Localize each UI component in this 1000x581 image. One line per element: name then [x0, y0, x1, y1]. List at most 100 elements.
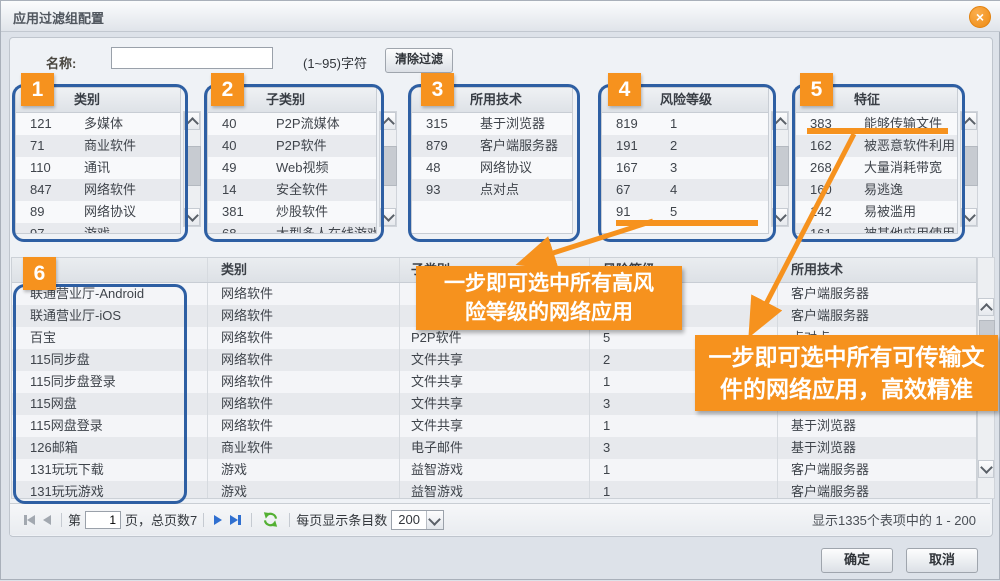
cell-subcategory: 文件共享 — [399, 349, 589, 371]
list-item[interactable]: 71商业软件 — [16, 135, 180, 157]
table-row[interactable]: 131玩玩游戏游戏益智游戏1客户端服务器 — [12, 481, 976, 499]
item-label: 商业软件 — [76, 135, 136, 157]
chevron-up-icon[interactable] — [772, 112, 788, 130]
item-label: 网络协议 — [76, 201, 136, 223]
list-item[interactable]: 674 — [602, 179, 768, 201]
list-item[interactable]: 915 — [602, 201, 768, 223]
item-count: 67 — [602, 179, 662, 201]
list-item[interactable]: 14安全软件 — [208, 179, 376, 201]
cell-subcategory: 益智游戏 — [399, 459, 589, 481]
callout-feature: 一步即可选中所有可传输文 件的网络应用，高效精准 — [695, 335, 998, 411]
item-count: 162 — [796, 135, 856, 157]
step-badge-1: 1 — [21, 73, 54, 106]
next-page-icon[interactable] — [214, 515, 222, 525]
scrollbar-thumb[interactable] — [962, 146, 978, 186]
list-item[interactable]: 381炒股软件 — [208, 201, 376, 223]
scrollbar[interactable] — [771, 111, 789, 227]
cancel-button[interactable]: 取消 — [906, 548, 978, 573]
chevron-up-icon[interactable] — [978, 298, 994, 316]
item-count: 93 — [412, 179, 472, 201]
list-item[interactable]: 162被恶意软件利用 — [796, 135, 957, 157]
last-page-icon[interactable] — [230, 515, 241, 525]
page-size-label: 每页显示条目数 — [296, 510, 387, 529]
list-item[interactable]: 268大量消耗带宽 — [796, 157, 957, 179]
list-item[interactable]: 1673 — [602, 157, 768, 179]
chevron-up-icon[interactable] — [961, 112, 977, 130]
scrollbar-thumb[interactable] — [381, 146, 397, 186]
page-size-value: 200 — [392, 512, 426, 527]
chevron-down-icon[interactable] — [961, 208, 977, 226]
callout-feature-line2: 件的网络应用，高效精准 — [695, 373, 998, 405]
ok-button[interactable]: 确定 — [821, 548, 893, 573]
name-hint: (1~95)字符 — [303, 53, 367, 72]
step-badge-6: 6 — [23, 257, 56, 290]
list-item[interactable]: 160易逃逸 — [796, 179, 957, 201]
list-item[interactable]: 161被其他应用使用 — [796, 223, 957, 234]
item-label: 2 — [662, 135, 677, 157]
item-count: 91 — [602, 201, 662, 223]
list-item[interactable]: 93点对点 — [412, 179, 572, 201]
list-item[interactable]: 97游戏 — [16, 223, 180, 234]
table-row[interactable]: 131玩玩下载游戏益智游戏1客户端服务器 — [12, 459, 976, 481]
scrollbar-thumb[interactable] — [185, 146, 201, 186]
chevron-down-icon[interactable] — [772, 208, 788, 226]
clear-filter-button[interactable]: 清除过滤 — [385, 48, 453, 73]
list-item[interactable]: 40P2P流媒体 — [208, 113, 376, 135]
cell-name: 131玩玩下载 — [12, 459, 207, 481]
list-item[interactable]: 847网络软件 — [16, 179, 180, 201]
page-size-select[interactable]: 200 — [391, 510, 444, 530]
callout-risk-line1: 一步即可选中所有高风 — [416, 269, 682, 298]
table-row[interactable]: 126邮箱商业软件电子邮件3基于浏览器 — [12, 437, 976, 459]
item-label: 5 — [662, 201, 677, 223]
list-item[interactable]: 315基于浏览器 — [412, 113, 572, 135]
cell-category: 网络软件 — [207, 349, 399, 371]
list-item[interactable]: 142易被滥用 — [796, 201, 957, 223]
chevron-down-icon[interactable] — [184, 208, 200, 226]
callout-risk: 一步即可选中所有高风 险等级的网络应用 — [416, 266, 682, 330]
scrollbar-thumb[interactable] — [773, 146, 789, 186]
cell-name: 131玩玩游戏 — [12, 481, 207, 499]
list-item[interactable]: 1912 — [602, 135, 768, 157]
chevron-up-icon[interactable] — [184, 112, 200, 130]
list-item[interactable]: 89网络协议 — [16, 201, 180, 223]
list-item[interactable]: 40P2P软件 — [208, 135, 376, 157]
cell-category: 网络软件 — [207, 371, 399, 393]
list-item[interactable]: 68大型多人在线游戏 — [208, 223, 376, 234]
list-item[interactable]: 121多媒体 — [16, 113, 180, 135]
list-item[interactable]: 383能够传输文件 — [796, 113, 957, 135]
step-badge-3: 3 — [421, 73, 454, 106]
separator — [61, 513, 62, 527]
list-item[interactable]: 8191 — [602, 113, 768, 135]
scrollbar[interactable] — [960, 111, 978, 227]
category-listbox: 类别 121多媒体 71商业软件 110通讯 847网络软件 89网络协议 97… — [15, 87, 181, 234]
chevron-down-icon[interactable] — [978, 460, 994, 478]
refresh-icon[interactable] — [262, 511, 279, 528]
item-label: 网络软件 — [76, 179, 136, 201]
list-item[interactable]: 110通讯 — [16, 157, 180, 179]
separator — [203, 513, 204, 527]
item-label: 4 — [662, 179, 677, 201]
cell-subcategory: 文件共享 — [399, 371, 589, 393]
chevron-up-icon[interactable] — [380, 112, 396, 130]
close-icon[interactable]: × — [969, 6, 991, 28]
list-item[interactable]: 49Web视频 — [208, 157, 376, 179]
item-label: 能够传输文件 — [856, 113, 942, 135]
cell-category: 网络软件 — [207, 283, 399, 305]
prev-page-icon[interactable] — [43, 515, 51, 525]
name-input[interactable] — [111, 47, 273, 69]
chevron-down-icon[interactable] — [380, 208, 396, 226]
item-count: 121 — [16, 113, 76, 135]
list-item[interactable]: 879客户端服务器 — [412, 135, 572, 157]
cell-technology: 基于浏览器 — [777, 415, 976, 437]
cell-category: 网络软件 — [207, 327, 399, 349]
table-row[interactable]: 115网盘登录网络软件文件共享1基于浏览器 — [12, 415, 976, 437]
item-count: 160 — [796, 179, 856, 201]
first-page-icon[interactable] — [24, 515, 35, 525]
cell-name: 126邮箱 — [12, 437, 207, 459]
cell-category: 商业软件 — [207, 437, 399, 459]
scrollbar[interactable] — [379, 111, 397, 227]
list-item[interactable]: 48网络协议 — [412, 157, 572, 179]
page-number-input[interactable] — [85, 511, 121, 529]
scrollbar[interactable] — [183, 111, 201, 227]
cell-subcategory: P2P软件 — [399, 327, 589, 349]
